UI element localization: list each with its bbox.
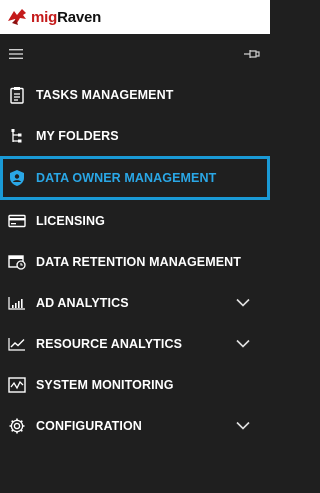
app-logo-text: migRaven <box>31 8 102 26</box>
sidebar-item-tasks-management[interactable]: TASKS MANAGEMENT <box>0 74 270 115</box>
sidebar-item-data-retention-management[interactable]: DATA RETENTION MANAGEMENT <box>0 241 270 282</box>
sidebar-item-configuration[interactable]: CONFIGURATION <box>0 405 270 446</box>
sidebar-item-label: TASKS MANAGEMENT <box>36 87 174 102</box>
chevron-down-icon[interactable] <box>236 296 250 310</box>
clipboard-icon <box>8 86 26 104</box>
bar-chart-icon <box>8 294 26 312</box>
shield-user-icon <box>8 169 26 187</box>
raven-logo-icon <box>6 6 28 28</box>
folder-tree-icon <box>8 127 26 145</box>
sidebar-item-label: LICENSING <box>36 213 105 228</box>
sidebar-item-label: DATA RETENTION MANAGEMENT <box>36 254 242 269</box>
sidebar-item-system-monitoring[interactable]: SYSTEM MONITORING <box>0 364 270 405</box>
pin-icon[interactable] <box>243 47 261 61</box>
chevron-down-icon[interactable] <box>236 419 250 433</box>
sidebar-item-ad-analytics[interactable]: AD ANALYTICS <box>0 282 270 323</box>
gear-icon <box>8 417 26 435</box>
line-chart-icon <box>8 335 26 353</box>
hamburger-icon[interactable] <box>9 49 23 59</box>
sidebar-item-label: DATA OWNER MANAGEMENT <box>36 171 217 185</box>
sidebar-header <box>0 34 270 74</box>
sidebar-item-label: RESOURCE ANALYTICS <box>36 336 183 351</box>
archive-clock-icon <box>8 253 26 271</box>
sidebar-item-label: AD ANALYTICS <box>36 295 129 310</box>
sidebar-item-licensing[interactable]: LICENSING <box>0 200 270 241</box>
sidebar-item-resource-analytics[interactable]: RESOURCE ANALYTICS <box>0 323 270 364</box>
monitor-pulse-icon <box>8 376 26 394</box>
sidebar-item-label: MY FOLDERS <box>36 128 119 143</box>
card-icon <box>8 212 26 230</box>
chevron-down-icon[interactable] <box>236 337 250 351</box>
sidebar-item-my-folders[interactable]: MY FOLDERS <box>0 115 270 156</box>
sidebar-item-label: SYSTEM MONITORING <box>36 377 174 392</box>
sidebar-item-label: CONFIGURATION <box>36 418 142 433</box>
app-header: migRaven <box>0 0 270 34</box>
sidebar-item-data-owner-management[interactable]: DATA OWNER MANAGEMENT <box>0 156 270 200</box>
sidebar-nav: TASKS MANAGEMENT MY FOLDERS DATA OWNER M… <box>0 34 270 493</box>
